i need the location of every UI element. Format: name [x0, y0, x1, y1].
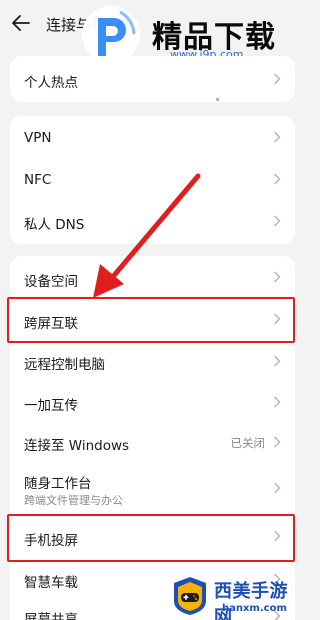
chevron-right-icon: [274, 215, 281, 227]
chevron-right-icon: [274, 131, 281, 143]
list-item-label: 个人热点: [24, 75, 78, 91]
highlight-box-screen-cast: [7, 514, 295, 562]
highlight-box-cross-screen: [7, 297, 295, 343]
list-item-device-space[interactable]: 设备空间: [10, 256, 295, 298]
status-value: 已关闭: [230, 436, 266, 450]
chevron-right-icon: [274, 73, 281, 85]
gamepad-logo-icon: [174, 577, 206, 615]
chevron-right-icon: [274, 271, 281, 283]
watermark-bottom: 西美手游网 hanxm.com: [170, 573, 305, 620]
list-item-label: 远程控制电脑: [24, 357, 105, 373]
list-item-label: NFC: [24, 172, 52, 188]
watermark-bottom-url: hanxm.com: [222, 603, 287, 614]
chevron-right-icon: [274, 396, 281, 408]
chevron-right-icon: [274, 173, 281, 185]
list-item-label: VPN: [24, 130, 52, 146]
list-item-oneplus-transfer[interactable]: 一加互传: [10, 382, 295, 422]
list-item-label: 连接至 Windows: [24, 438, 130, 454]
decorative-dot: [216, 98, 219, 101]
group-hotspot: 个人热点: [10, 56, 295, 102]
list-item-private-dns[interactable]: 私人 DNS: [10, 200, 295, 242]
chevron-right-icon: [274, 436, 281, 448]
list-item-label: 一加互传: [24, 398, 78, 414]
list-item-label: 私人 DNS: [24, 217, 85, 233]
chevron-right-icon: [274, 482, 281, 494]
list-item-label: 随身工作台: [24, 476, 92, 492]
chevron-right-icon: [274, 355, 281, 367]
group-network: VPN NFC 私人 DNS: [10, 116, 295, 244]
list-item-label: 屏幕共享: [24, 612, 78, 620]
list-item-vpn[interactable]: VPN: [10, 116, 295, 158]
back-arrow-icon[interactable]: [10, 12, 32, 34]
list-item-label: 智慧车载: [24, 575, 78, 591]
list-item-sublabel: 跨端文件管理与办公: [24, 494, 123, 507]
list-item-hotspot[interactable]: 个人热点: [10, 56, 295, 102]
list-item-remote-pc[interactable]: 远程控制电脑: [10, 340, 295, 382]
list-item-link-windows[interactable]: 连接至 Windows 已关闭: [10, 422, 295, 462]
list-item-label: 设备空间: [24, 274, 78, 290]
list-item-portable-workspace[interactable]: 随身工作台 跨端文件管理与办公: [10, 462, 295, 514]
list-item-nfc[interactable]: NFC: [10, 158, 295, 200]
